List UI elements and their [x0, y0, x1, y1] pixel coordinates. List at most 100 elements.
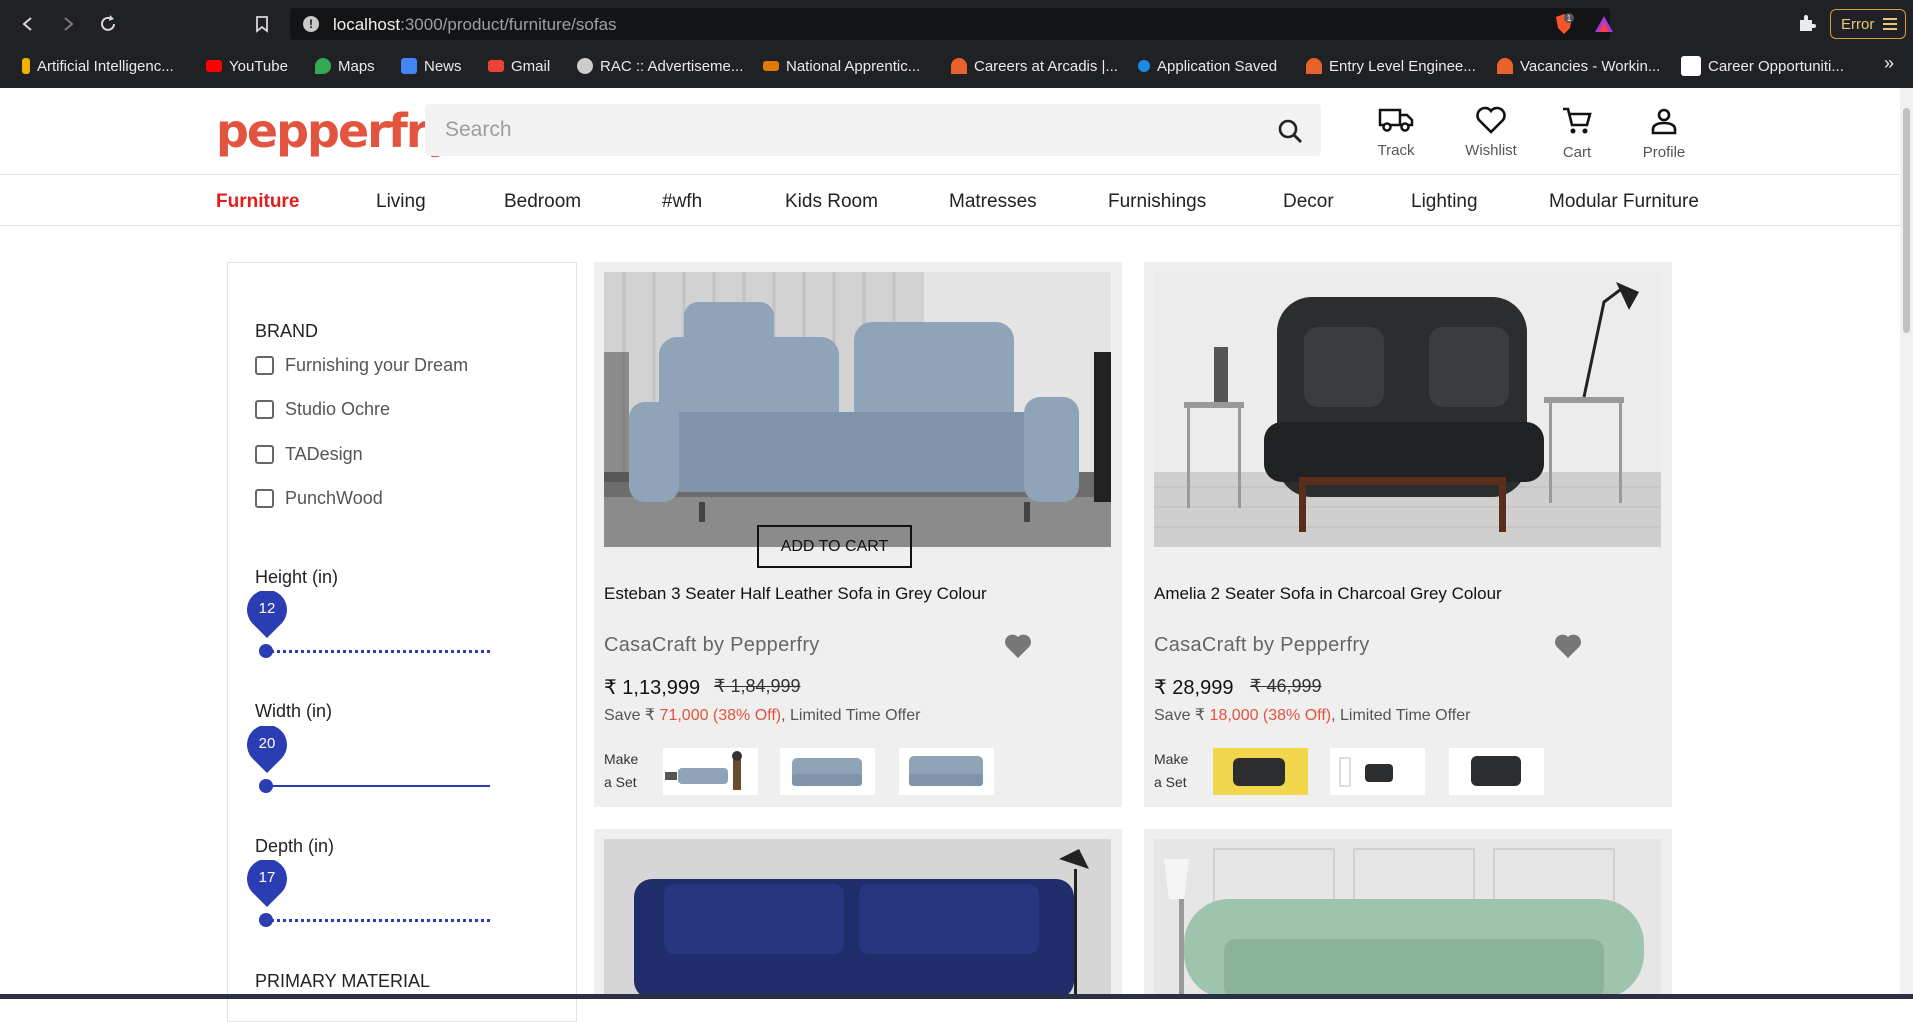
back-icon[interactable]	[16, 12, 40, 36]
product-name[interactable]: Esteban 3 Seater Half Leather Sofa in Gr…	[604, 584, 987, 604]
category-matresses[interactable]: Matresses	[949, 191, 1037, 213]
height-filter-label: Height (in)	[255, 567, 339, 587]
product-savings: Save ₹ 18,000 (38% Off), Limited Time Of…	[1154, 707, 1471, 724]
extensions-icon[interactable]	[1797, 13, 1819, 35]
bookmark-favicon-icon	[1138, 60, 1150, 72]
url-text[interactable]: localhost:3000/product/furniture/sofas	[333, 15, 617, 35]
maps-icon	[315, 58, 331, 74]
product-image[interactable]	[604, 272, 1111, 547]
wishlist-button[interactable]: Wishlist	[1451, 106, 1531, 159]
wishlist-heart-icon[interactable]	[1554, 633, 1582, 659]
bookmark-page-icon[interactable]	[250, 12, 274, 36]
primary-material-title: PRIMARY MATERIAL	[255, 971, 431, 991]
sofa-photo	[1154, 272, 1661, 547]
bookmark-item[interactable]: Artificial Intelligenc...	[22, 55, 174, 77]
bookmark-item[interactable]: Career Opportuniti...	[1681, 55, 1844, 77]
search-icon[interactable]	[1277, 118, 1303, 144]
bookmark-item[interactable]: YouTube	[206, 55, 288, 77]
category-furnishings[interactable]: Furnishings	[1108, 191, 1206, 213]
reload-icon[interactable]	[96, 12, 120, 36]
brand-checkbox[interactable]: TADesign	[255, 444, 363, 465]
depth-slider[interactable]: 17	[246, 860, 496, 930]
category-bedroom[interactable]: Bedroom	[504, 191, 581, 213]
profile-error-button[interactable]: Error	[1830, 9, 1906, 39]
set-thumbnail[interactable]	[780, 748, 875, 795]
category-furniture[interactable]: Furniture	[216, 191, 299, 213]
category-modular-furniture[interactable]: Modular Furniture	[1549, 191, 1699, 213]
product-card[interactable]	[1144, 829, 1672, 999]
bookmark-item[interactable]: RAC :: Advertiseme...	[577, 55, 743, 77]
sofa-photo	[1154, 839, 1661, 999]
bookmark-item[interactable]: Gmail	[488, 55, 550, 77]
product-card[interactable]	[594, 829, 1122, 999]
width-slider[interactable]: 20	[246, 726, 496, 796]
add-to-cart-button[interactable]: ADD TO CART	[757, 525, 912, 568]
profile-button[interactable]: Profile	[1624, 106, 1704, 161]
cart-label: Cart	[1562, 144, 1592, 161]
category-decor[interactable]: Decor	[1283, 191, 1334, 213]
forward-icon[interactable]	[56, 12, 80, 36]
category-kids-room[interactable]: Kids Room	[785, 191, 878, 213]
category-nav: Furniture Living Bedroom #wfh Kids Room …	[0, 176, 1900, 226]
brave-shield-icon[interactable]: 1	[1553, 13, 1574, 35]
page-scrollbar[interactable]	[1900, 88, 1913, 999]
bookmark-item[interactable]: National Apprentic...	[763, 55, 920, 77]
product-name[interactable]: Amelia 2 Seater Sofa in Charcoal Grey Co…	[1154, 584, 1502, 604]
bookmark-favicon-icon	[22, 58, 30, 74]
checkbox[interactable]	[255, 356, 274, 375]
category-living[interactable]: Living	[376, 191, 426, 213]
slider-thumb[interactable]	[259, 779, 273, 793]
brand-checkbox[interactable]: PunchWood	[255, 488, 383, 509]
pepperfry-logo[interactable]: pepperfry	[216, 104, 457, 158]
set-thumbnail[interactable]	[1213, 748, 1308, 795]
set-thumbnail[interactable]	[663, 748, 758, 795]
product-image[interactable]	[1154, 839, 1661, 999]
set-thumbnail[interactable]	[899, 748, 994, 795]
checkbox[interactable]	[255, 400, 274, 419]
browser-chrome: ! localhost:3000/product/furniture/sofas…	[0, 0, 1913, 88]
brand-checkbox[interactable]: Studio Ochre	[255, 399, 390, 420]
gmail-icon	[488, 60, 504, 72]
set-thumbnail[interactable]	[1449, 748, 1544, 795]
bookmark-item[interactable]: News	[401, 55, 462, 77]
address-bar[interactable]: ! localhost:3000/product/furniture/sofas	[290, 8, 1610, 40]
bookmark-favicon-icon	[1681, 56, 1701, 76]
wishlist-heart-icon[interactable]	[1004, 633, 1032, 659]
bookmark-item[interactable]: Entry Level Enginee...	[1306, 55, 1476, 77]
product-image[interactable]	[604, 839, 1111, 999]
site-info-icon[interactable]: !	[303, 16, 319, 32]
slider-thumb[interactable]	[259, 913, 273, 927]
bookmark-item[interactable]: Careers at Arcadis |...	[951, 55, 1118, 77]
scrollbar-thumb[interactable]	[1903, 108, 1910, 333]
more-bookmarks-button[interactable]: »	[1884, 53, 1894, 74]
cart-button[interactable]: Cart	[1537, 106, 1617, 161]
search-bar	[425, 104, 1321, 156]
category-wfh[interactable]: #wfh	[662, 191, 702, 213]
error-label: Error	[1841, 15, 1875, 33]
slider-track[interactable]	[265, 650, 490, 653]
bookmark-item[interactable]: Vacancies - Workin...	[1497, 55, 1660, 77]
bookmark-favicon-icon	[951, 58, 967, 74]
track-button[interactable]: Track	[1356, 106, 1436, 159]
bookmark-item[interactable]: Maps	[315, 55, 375, 77]
product-image[interactable]	[1154, 272, 1661, 547]
brand-checkbox[interactable]: Furnishing your Dream	[255, 355, 468, 376]
slider-track[interactable]	[265, 785, 490, 787]
category-lighting[interactable]: Lighting	[1411, 191, 1478, 213]
bookmark-favicon-icon	[1497, 58, 1513, 74]
checkbox[interactable]	[255, 489, 274, 508]
bookmark-item[interactable]: Application Saved	[1138, 55, 1277, 77]
slider-track[interactable]	[265, 919, 490, 922]
profile-label: Profile	[1642, 144, 1686, 161]
checkbox[interactable]	[255, 445, 274, 464]
brave-rewards-icon[interactable]	[1594, 14, 1614, 34]
height-slider[interactable]: 12	[246, 591, 496, 661]
product-card[interactable]: Amelia 2 Seater Sofa in Charcoal Grey Co…	[1144, 262, 1672, 807]
search-input[interactable]	[445, 104, 1265, 156]
make-a-set-label: Make a Set	[604, 751, 639, 790]
slider-thumb[interactable]	[259, 644, 273, 658]
site-header: pepperfry Track Wishlist Cart Profile	[0, 88, 1900, 175]
brand-filter-title: BRAND	[255, 321, 319, 341]
product-card[interactable]: ADD TO CART Esteban 3 Seater Half Leathe…	[594, 262, 1122, 807]
set-thumbnail[interactable]	[1330, 748, 1425, 795]
